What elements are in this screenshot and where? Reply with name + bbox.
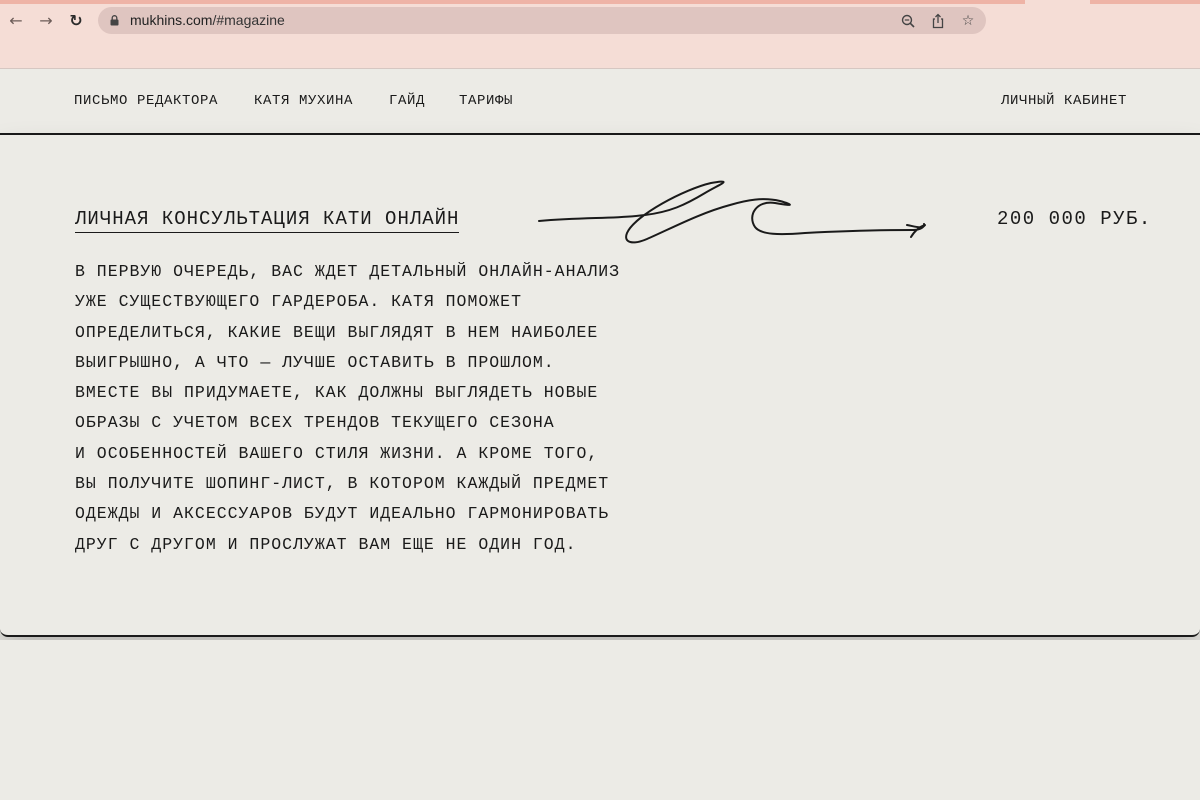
description-line: УЖЕ СУЩЕСТВУЮЩЕГО ГАРДЕРОБА. КАТЯ ПОМОЖЕ…: [75, 292, 522, 312]
description-line: ВЫ ПОЛУЧИТЕ ШОПИНГ-ЛИСТ, В КОТОРОМ КАЖДЫ…: [75, 474, 610, 494]
nav-editor-letter[interactable]: ПИСЬМО РЕДАКТОРА: [74, 93, 218, 109]
signature-arrow-icon: [538, 180, 926, 244]
lock-icon: [110, 15, 119, 26]
tab-strip-edge-right: [1090, 0, 1200, 4]
share-icon[interactable]: [928, 11, 948, 31]
browser-toolbar: ← → ↻ mukhins.com/#magazine ☆: [0, 0, 1200, 68]
service-title[interactable]: ЛИЧНАЯ КОНСУЛЬТАЦИЯ КАТИ ОНЛАЙН: [75, 208, 460, 233]
nav-guide[interactable]: ГАЙД: [389, 93, 425, 109]
star-icon[interactable]: ☆: [958, 11, 978, 31]
nav-account[interactable]: ЛИЧНЫЙ КАБИНЕТ: [1001, 93, 1127, 109]
site-navigation: ПИСЬМО РЕДАКТОРА КАТЯ МУХИНА ГАЙД ТАРИФЫ…: [0, 69, 1200, 135]
arrow-right-icon[interactable]: →: [35, 10, 57, 32]
description-line: ВМЕСТЕ ВЫ ПРИДУМАЕТЕ, КАК ДОЛЖНЫ ВЫГЛЯДЕ…: [75, 383, 599, 403]
description-line: В ПЕРВУЮ ОЧЕРЕДЬ, ВАС ЖДЕТ ДЕТАЛЬНЫЙ ОНЛ…: [75, 262, 621, 281]
tab-strip-edge: [0, 0, 1025, 4]
description-line: И ОСОБЕННОСТЕЙ ВАШЕГО СТИЛЯ ЖИЗНИ. А КРО…: [75, 443, 599, 463]
nav-katya-mukhina[interactable]: КАТЯ МУХИНА: [254, 93, 353, 109]
service-price: 200 000 РУБ.: [997, 208, 1152, 230]
zoom-icon[interactable]: [898, 11, 918, 31]
url-path: /#magazine: [212, 12, 285, 28]
url-text[interactable]: mukhins.com/#magazine: [130, 7, 285, 34]
nav-tariffs[interactable]: ТАРИФЫ: [459, 93, 513, 109]
description-line: ВЫИГРЫШНО, А ЧТО — ЛУЧШЕ ОСТАВИТЬ В ПРОШ…: [75, 352, 555, 372]
description-line: ОДЕЖДЫ И АКСЕССУАРОВ БУДУТ ИДЕАЛЬНО ГАРМ…: [75, 504, 610, 524]
page-backdrop: [0, 640, 1200, 800]
tariff-card: ЛИЧНАЯ КОНСУЛЬТАЦИЯ КАТИ ОНЛАЙН 200 000 …: [0, 135, 1200, 637]
service-description: В ПЕРВУЮ ОЧЕРЕДЬ, ВАС ЖДЕТ ДЕТАЛЬНЫЙ ОНЛ…: [75, 257, 675, 560]
arrow-left-icon[interactable]: ←: [5, 10, 27, 32]
description-line: ОПРЕДЕЛИТЬСЯ, КАКИЕ ВЕЩИ ВЫГЛЯДЯТ В НЕМ …: [75, 322, 599, 342]
url-host: mukhins.com: [130, 12, 213, 28]
description-line: ДРУГ С ДРУГОМ И ПРОСЛУЖАТ ВАМ ЕЩЕ НЕ ОДИ…: [75, 534, 577, 554]
address-bar[interactable]: mukhins.com/#magazine ☆: [98, 7, 986, 34]
description-line: ОБРАЗЫ С УЧЕТОМ ВСЕХ ТРЕНДОВ ТЕКУЩЕГО СЕ…: [75, 413, 555, 433]
reload-icon[interactable]: ↻: [65, 10, 87, 32]
